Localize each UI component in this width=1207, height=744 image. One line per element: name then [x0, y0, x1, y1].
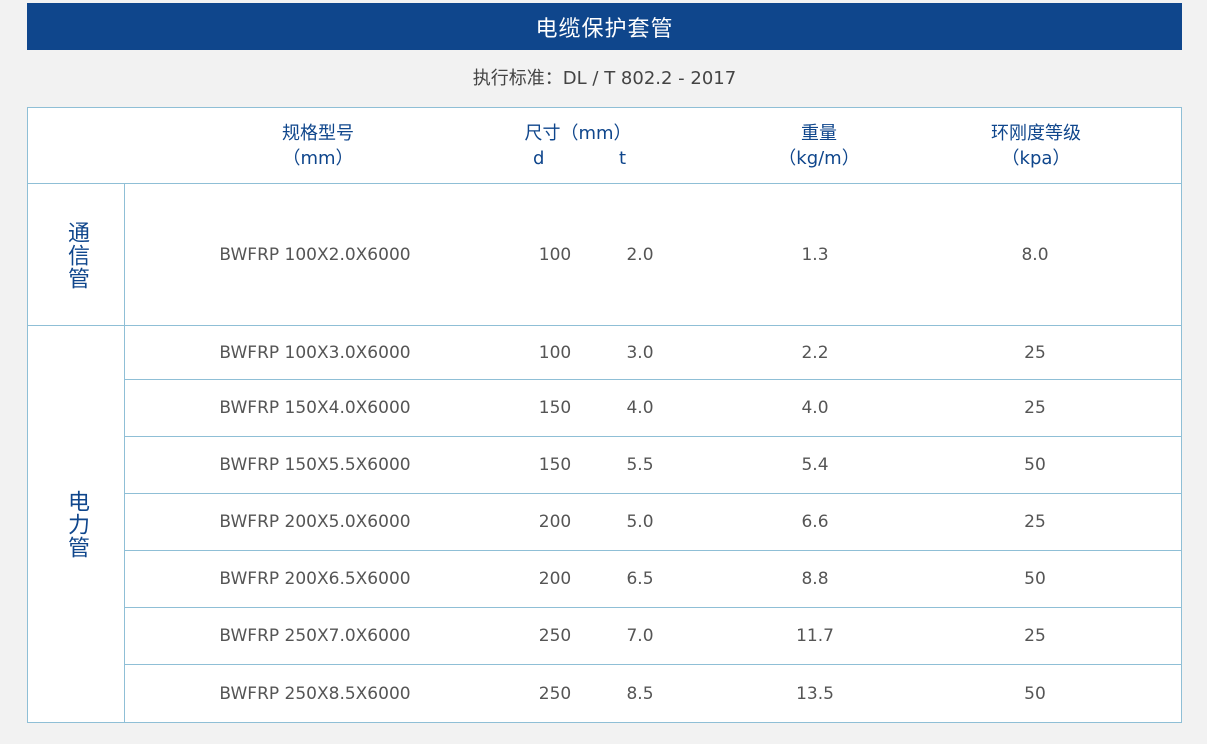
- cell-d: 150: [538, 455, 572, 475]
- cell-stiffness: 25: [1024, 626, 1046, 646]
- header-t: t: [619, 147, 627, 169]
- cell-d: 200: [538, 569, 572, 589]
- cell-stiffness: 25: [1024, 512, 1046, 532]
- cell-stiffness: 8.0: [1021, 245, 1049, 265]
- header-stiffness-unit: （kpa）: [1001, 147, 1071, 169]
- cell-spec: BWFRP 100X3.0X6000: [219, 342, 411, 363]
- header-size-label: 尺寸（mm）: [524, 122, 632, 144]
- cell-d: 150: [538, 398, 572, 418]
- cell-spec: BWFRP 250X7.0X6000: [219, 626, 411, 646]
- header-weight-unit: （kg/m）: [778, 147, 860, 169]
- table-row: BWFRP 250X7.0X6000 250 7.0 11.7 25: [125, 608, 1181, 665]
- header-stiffness-label: 环刚度等级: [991, 122, 1081, 144]
- table-row: BWFRP 200X6.5X6000 200 6.5 8.8 50: [125, 551, 1181, 608]
- cell-t: 2.0: [626, 245, 654, 265]
- header-weight-label: 重量: [801, 122, 837, 144]
- cell-weight: 4.0: [801, 398, 829, 418]
- table-row: BWFRP 150X5.5X6000 150 5.5 5.4 50: [125, 437, 1181, 494]
- cell-weight: 6.6: [801, 512, 829, 532]
- cell-spec: BWFRP 150X4.0X6000: [219, 398, 411, 418]
- header-stiffness: 环刚度等级 （kpa）: [956, 108, 1116, 183]
- cell-d: 250: [538, 626, 572, 646]
- header-spec-label: 规格型号: [282, 122, 354, 144]
- cell-stiffness: 50: [1024, 455, 1046, 475]
- cell-t: 4.0: [626, 398, 654, 418]
- header-spec-unit: （mm）: [282, 147, 354, 169]
- page-title: 电缆保护套管: [27, 3, 1182, 50]
- cell-spec: BWFRP 200X6.5X6000: [219, 569, 411, 589]
- table-row: BWFRP 100X3.0X6000 100 3.0 2.2 25: [125, 326, 1181, 380]
- cell-weight: 1.3: [801, 245, 829, 265]
- cell-d: 100: [538, 342, 572, 363]
- cell-d: 100: [538, 245, 572, 265]
- spec-table: 规格型号 （mm） 尺寸（mm） d t 重量 （kg/m） 环刚度等级 （kp…: [27, 107, 1182, 723]
- category-text: 通信管: [64, 220, 89, 290]
- header-d: d: [533, 147, 545, 169]
- cell-stiffness: 25: [1024, 342, 1046, 363]
- standard-note: 执行标准：DL / T 802.2 - 2017: [472, 68, 737, 89]
- cell-weight: 5.4: [801, 455, 829, 475]
- cell-t: 6.5: [626, 569, 654, 589]
- table-header: 规格型号 （mm） 尺寸（mm） d t 重量 （kg/m） 环刚度等级 （kp…: [28, 108, 1181, 184]
- table-row: BWFRP 250X8.5X6000 250 8.5 13.5 50: [125, 665, 1181, 723]
- cell-weight: 2.2: [801, 342, 829, 363]
- cell-spec: BWFRP 100X2.0X6000: [219, 245, 411, 265]
- header-size-subcols: d t: [518, 146, 638, 171]
- header-weight: 重量 （kg/m）: [748, 108, 890, 183]
- category-text: 电力管: [64, 490, 89, 559]
- cell-t: 7.0: [626, 626, 654, 646]
- table-row: BWFRP 100X2.0X6000 100 2.0 1.3 8.0: [125, 184, 1181, 326]
- cell-spec: BWFRP 200X5.0X6000: [219, 512, 411, 532]
- cell-spec: BWFRP 150X5.5X6000: [219, 455, 411, 475]
- cell-d: 200: [538, 512, 572, 532]
- cell-t: 5.5: [626, 455, 654, 475]
- table-row: BWFRP 200X5.0X6000 200 5.0 6.6 25: [125, 494, 1181, 551]
- cell-weight: 13.5: [796, 684, 834, 704]
- category-label: 通信管: [28, 184, 125, 326]
- cell-stiffness: 50: [1024, 569, 1046, 589]
- cell-t: 5.0: [626, 512, 654, 532]
- table-row: BWFRP 150X4.0X6000 150 4.0 4.0 25: [125, 380, 1181, 437]
- cell-t: 8.5: [626, 684, 654, 704]
- cell-stiffness: 25: [1024, 398, 1046, 418]
- cell-weight: 8.8: [801, 569, 829, 589]
- cell-t: 3.0: [626, 342, 654, 363]
- cell-spec: BWFRP 250X8.5X6000: [219, 684, 411, 704]
- cell-d: 250: [538, 684, 572, 704]
- header-spec: 规格型号 （mm）: [218, 108, 418, 183]
- category-label: 电力管: [28, 326, 125, 723]
- cell-weight: 11.7: [796, 626, 834, 646]
- header-size: 尺寸（mm） d t: [498, 108, 658, 183]
- cell-stiffness: 50: [1024, 684, 1046, 704]
